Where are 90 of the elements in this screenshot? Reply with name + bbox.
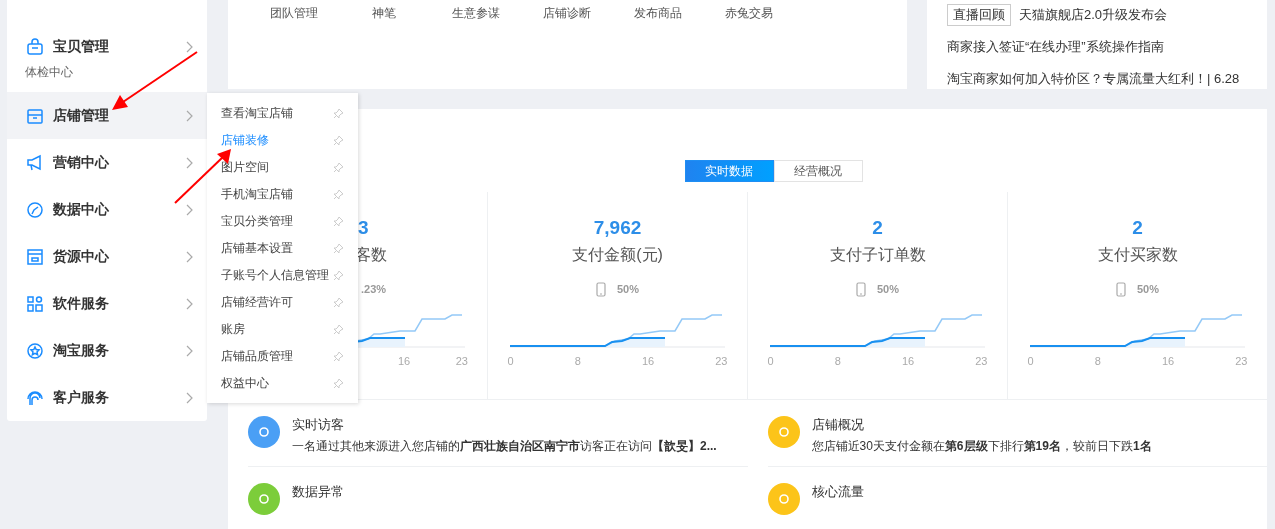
quick-link[interactable]: 店铺诊断 — [543, 5, 634, 22]
stat-value: 2 — [872, 217, 883, 239]
pin-icon[interactable] — [333, 162, 344, 173]
bag-icon — [26, 37, 44, 56]
compass-icon — [26, 200, 44, 219]
news-link[interactable]: 商家接入签证“在线办理”系统操作指南 — [947, 38, 1164, 56]
sidebar-item[interactable]: 货源中心 — [7, 233, 207, 280]
submenu-item[interactable]: 宝贝分类管理 — [207, 208, 358, 235]
submenu-item[interactable]: 子账号个人信息管理 — [207, 262, 358, 289]
axis-label: 0 — [767, 355, 774, 367]
notice-title: 核心流量 — [811, 483, 864, 501]
pin-icon[interactable] — [333, 243, 344, 254]
pin-icon[interactable] — [333, 189, 344, 200]
notice-title: 实时访客 — [292, 416, 345, 434]
stat-label: 支付子订单数 — [829, 245, 926, 265]
axis-label: 8 — [1094, 355, 1101, 367]
headset-icon — [26, 388, 44, 407]
sidebar-item[interactable]: 软件服务 — [7, 280, 207, 327]
phone-icon — [856, 281, 866, 297]
stat-label: 支付金额(元) — [572, 245, 663, 265]
submenu-item[interactable]: 店铺品质管理 — [207, 343, 358, 370]
news-tag: 直播回顾 — [947, 4, 1011, 26]
submenu-item[interactable]: 店铺经营许可 — [207, 289, 358, 316]
axis-label: 16 — [398, 355, 411, 367]
chevron-icon — [186, 40, 193, 53]
news-link[interactable]: 天猫旗舰店2.0升级发布会 — [1019, 6, 1168, 24]
stat-value: 3 — [358, 217, 369, 239]
phone-icon — [596, 281, 606, 297]
pin-icon[interactable] — [333, 270, 344, 281]
stat-value: 2 — [1132, 217, 1143, 239]
axis-label: 16 — [901, 355, 915, 367]
news-link[interactable]: 淘宝商家如何加入特价区？专属流量大红利！| 6.28 — [947, 70, 1240, 88]
axis-label: 23 — [715, 355, 728, 367]
pin-icon[interactable] — [333, 351, 344, 362]
quick-link[interactable]: 赤兔交易 — [725, 5, 816, 22]
stat-value: 7,962 — [593, 217, 642, 239]
axis-label: 8 — [574, 355, 581, 367]
chevron-icon — [186, 391, 193, 404]
pin-icon[interactable] — [333, 216, 344, 227]
chevron-icon — [186, 250, 193, 263]
grid-icon — [26, 294, 44, 313]
quick-link[interactable]: 团队管理 — [270, 5, 372, 22]
axis-label: 23 — [1235, 355, 1248, 367]
share-percent: 50% — [877, 283, 899, 295]
quick-link[interactable]: 生意参谋 — [452, 5, 543, 22]
quick-link[interactable]: 神笔 — [372, 5, 452, 22]
quick-link[interactable]: 发布商品 — [634, 5, 725, 22]
pin-icon[interactable] — [333, 324, 344, 335]
submenu-item[interactable]: 查看淘宝店铺 — [207, 100, 358, 127]
submenu-item[interactable]: 店铺装修 — [207, 127, 358, 154]
share-percent: 50% — [1137, 283, 1159, 295]
chevron-icon — [186, 297, 193, 310]
axis-label: 0 — [1027, 355, 1034, 367]
submenu-item[interactable]: 店铺基本设置 — [207, 235, 358, 262]
submenu-item[interactable]: 账房 — [207, 316, 358, 343]
sidebar-subitem[interactable]: 体检中心 — [7, 65, 207, 92]
chevron-icon — [186, 203, 193, 216]
share-percent: 50% — [617, 283, 639, 295]
sidebar-item[interactable]: 淘宝服务 — [7, 327, 207, 374]
chevron-icon — [186, 156, 193, 169]
submenu-item[interactable]: 图片空间 — [207, 154, 358, 181]
sidebar-item[interactable]: 数据中心 — [7, 186, 207, 233]
notice-text: 您店铺近30天支付金额在第6层级下排行第19名，较前日下跌1名 — [811, 438, 1152, 455]
sidebar-item[interactable]: 客户服务 — [7, 374, 207, 421]
pin-icon[interactable] — [333, 135, 344, 146]
chevron-icon — [186, 344, 193, 357]
pin-icon[interactable] — [333, 297, 344, 308]
submenu-item[interactable]: 手机淘宝店铺 — [207, 181, 358, 208]
axis-label: 23 — [455, 355, 468, 367]
megaphone-icon — [26, 153, 44, 172]
stat-label: 支付买家数 — [1097, 245, 1178, 265]
chevron-icon — [186, 109, 193, 122]
sidebar-item[interactable]: 店铺管理 — [7, 92, 207, 139]
phone-icon — [1116, 281, 1126, 297]
notice-title: 店铺概况 — [811, 416, 865, 434]
notice-text: 一名通过其他来源进入您店铺的广西壮族自治区南宁市访客正在访问【歆旻】2... — [292, 438, 717, 455]
pin-icon[interactable] — [333, 378, 344, 389]
axis-label: 0 — [507, 355, 514, 367]
share-percent: .23% — [361, 283, 387, 295]
store-icon — [26, 106, 44, 125]
notice-title: 数据异常 — [292, 483, 344, 501]
axis-label: 16 — [641, 355, 655, 367]
sidebar-item[interactable]: 营销中心 — [7, 139, 207, 186]
axis-label: 16 — [1161, 355, 1175, 367]
submenu-item[interactable]: 权益中心 — [207, 370, 358, 397]
axis-label: 23 — [975, 355, 988, 367]
box-icon — [26, 247, 44, 266]
pin-icon[interactable] — [333, 108, 344, 119]
data-tab[interactable]: 经营概况 — [773, 160, 863, 182]
axis-label: 8 — [834, 355, 841, 367]
